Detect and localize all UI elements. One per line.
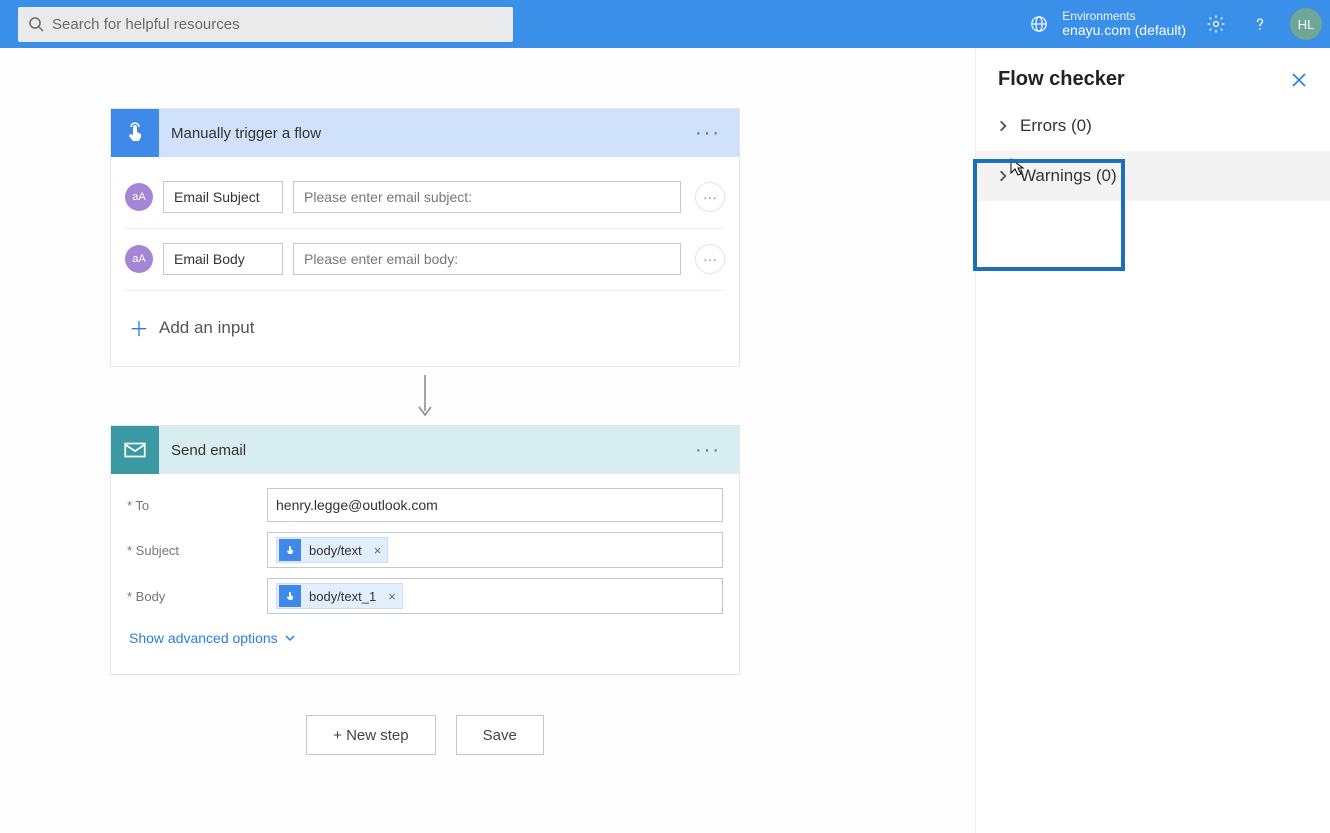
- dynamic-token-subject[interactable]: body/text ×: [276, 537, 388, 563]
- dynamic-token-body[interactable]: body/text_1 ×: [276, 583, 403, 609]
- close-icon: [1290, 71, 1308, 89]
- footer-buttons: + New step Save: [110, 715, 740, 755]
- new-step-button[interactable]: + New step: [306, 715, 435, 755]
- environment-name: enayu.com (default): [1062, 23, 1186, 38]
- body-input[interactable]: body/text_1 ×: [267, 578, 723, 614]
- panel-title: Flow checker: [998, 68, 1125, 91]
- topbar-right: Environments enayu.com (default) HL: [1030, 8, 1322, 40]
- chevron-right-icon: [996, 169, 1010, 183]
- flow-canvas: Manually trigger a flow ··· aA Email Sub…: [110, 48, 1085, 755]
- param-input-body[interactable]: [293, 243, 681, 275]
- flow-connector: [110, 367, 740, 425]
- subject-label: * Subject: [127, 543, 267, 558]
- add-input-button[interactable]: ＋ Add an input: [125, 295, 725, 360]
- search-input[interactable]: [52, 16, 503, 33]
- add-input-label: Add an input: [159, 318, 254, 338]
- param-row-menu[interactable]: ···: [695, 244, 725, 274]
- settings-button[interactable]: [1202, 10, 1230, 38]
- search-icon: [28, 16, 44, 32]
- token-remove[interactable]: ×: [368, 543, 388, 558]
- trigger-icon: [111, 109, 159, 157]
- avatar[interactable]: HL: [1290, 8, 1322, 40]
- save-button[interactable]: Save: [456, 715, 544, 755]
- param-label[interactable]: Email Subject: [163, 181, 283, 213]
- field-row-body: * Body body/text_1 ×: [127, 578, 723, 614]
- help-icon: [1250, 14, 1270, 34]
- environment-label: Environments: [1062, 10, 1186, 23]
- warnings-section[interactable]: Warnings (0): [976, 151, 1330, 201]
- search-box[interactable]: [18, 7, 513, 42]
- param-row-body: aA Email Body ···: [125, 233, 725, 286]
- chevron-down-icon: [284, 632, 296, 644]
- trigger-menu[interactable]: ···: [687, 118, 729, 149]
- mail-icon: [122, 437, 148, 463]
- trigger-card: Manually trigger a flow ··· aA Email Sub…: [110, 108, 740, 367]
- token-text: body/text_1: [303, 589, 382, 604]
- action-header[interactable]: Send email ···: [111, 426, 739, 474]
- param-label[interactable]: Email Body: [163, 243, 283, 275]
- touch-icon: [123, 121, 147, 145]
- to-input[interactable]: henry.legge@outlook.com: [267, 488, 723, 522]
- action-card: Send email ··· * To henry.legge@outlook.…: [110, 425, 740, 675]
- token-icon: [279, 539, 301, 561]
- gear-icon: [1206, 14, 1226, 34]
- panel-close-button[interactable]: [1290, 71, 1308, 89]
- show-advanced-link[interactable]: Show advanced options: [127, 624, 723, 660]
- action-title: Send email: [171, 442, 687, 459]
- subject-input[interactable]: body/text ×: [267, 532, 723, 568]
- action-icon: [111, 426, 159, 474]
- help-button[interactable]: [1246, 10, 1274, 38]
- warnings-label: Warnings (0): [1020, 166, 1117, 186]
- flow-checker-panel: Flow checker Errors (0) Warnings (0): [975, 48, 1330, 833]
- text-type-chip: aA: [125, 183, 153, 211]
- chevron-right-icon: [996, 119, 1010, 133]
- plus-icon: ＋: [129, 313, 149, 342]
- token-icon: [279, 585, 301, 607]
- token-text: body/text: [303, 543, 368, 558]
- body-label: * Body: [127, 589, 267, 604]
- param-row-subject: aA Email Subject ···: [125, 171, 725, 224]
- arrow-down-icon: [415, 375, 435, 419]
- param-row-menu[interactable]: ···: [695, 182, 725, 212]
- text-type-chip: aA: [125, 245, 153, 273]
- trigger-header[interactable]: Manually trigger a flow ···: [111, 109, 739, 157]
- field-row-to: * To henry.legge@outlook.com: [127, 488, 723, 522]
- errors-section[interactable]: Errors (0): [976, 101, 1330, 151]
- field-row-subject: * Subject body/text ×: [127, 532, 723, 568]
- to-label: * To: [127, 498, 267, 513]
- token-remove[interactable]: ×: [382, 589, 402, 604]
- action-menu[interactable]: ···: [687, 435, 729, 466]
- environment-picker[interactable]: Environments enayu.com (default): [1062, 10, 1186, 39]
- topbar: Environments enayu.com (default) HL: [0, 0, 1330, 48]
- errors-label: Errors (0): [1020, 116, 1092, 136]
- globe-icon: [1030, 15, 1048, 33]
- param-input-subject[interactable]: [293, 181, 681, 213]
- workspace: Manually trigger a flow ··· aA Email Sub…: [0, 48, 1330, 833]
- trigger-title: Manually trigger a flow: [171, 125, 687, 142]
